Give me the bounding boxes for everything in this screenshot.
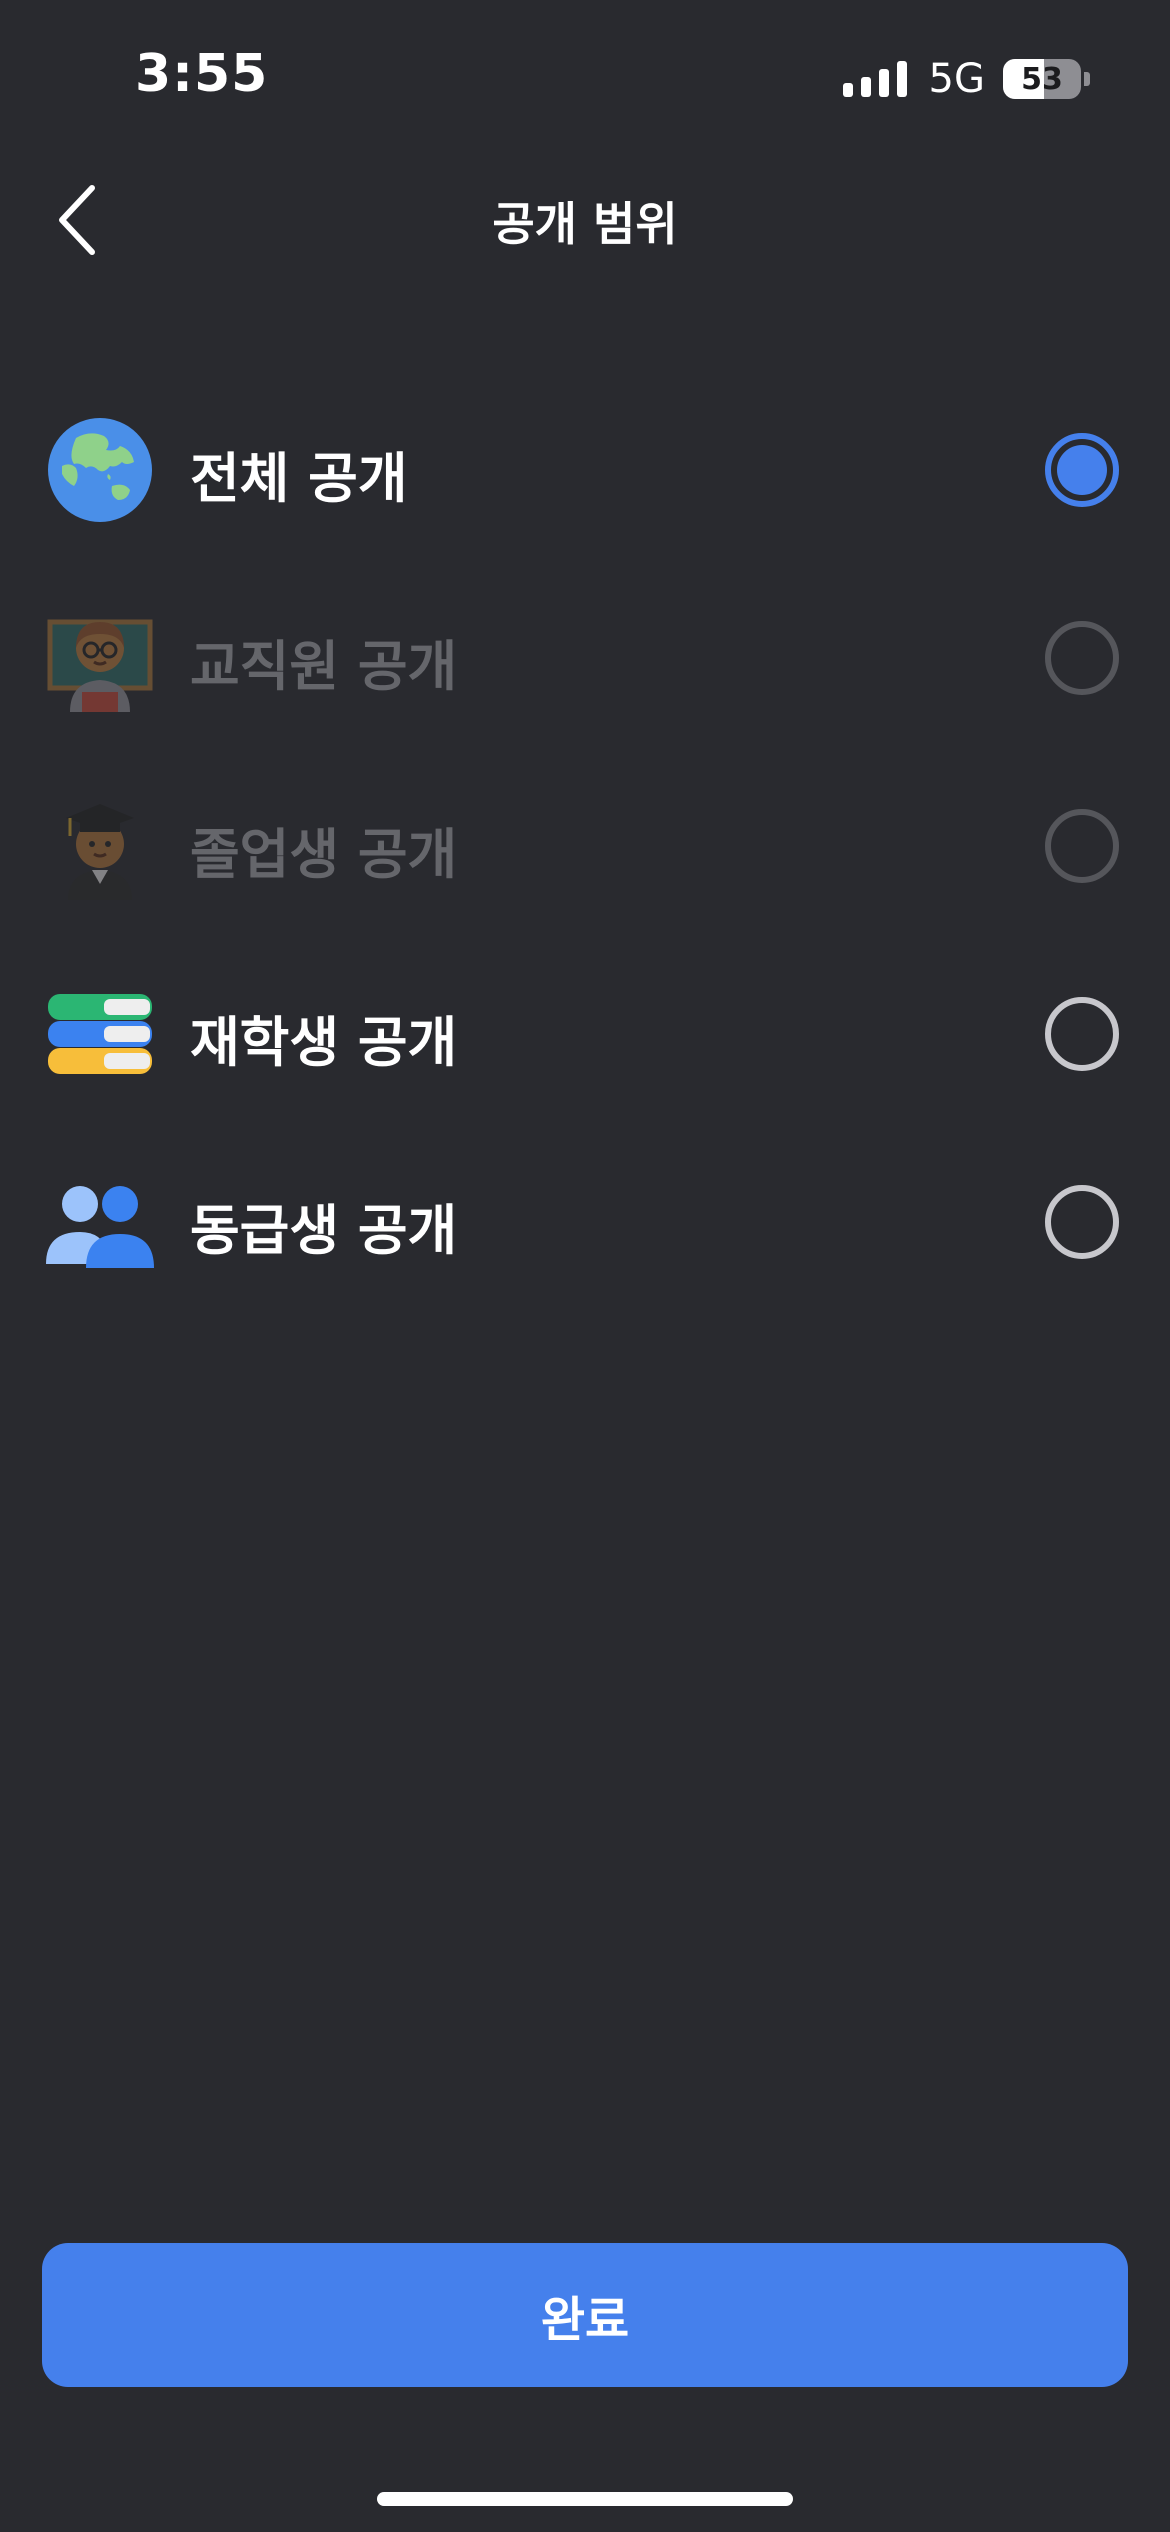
page-title: 공개 범위: [492, 197, 678, 251]
option-label: 졸업생 공개: [190, 823, 458, 886]
status-indicators: 5G 53: [842, 56, 1090, 102]
radio-button[interactable]: [1045, 809, 1119, 883]
books-icon: [48, 994, 152, 1074]
globe-icon: [48, 418, 152, 522]
status-time: 3:55: [135, 44, 269, 104]
battery-percent: 53: [1021, 61, 1063, 97]
option-label: 재학생 공개: [190, 1011, 458, 1074]
radio-button[interactable]: [1045, 433, 1119, 507]
cellular-signal-icon: [842, 61, 907, 97]
radio-button[interactable]: [1045, 997, 1119, 1071]
option-all[interactable]: 전체 공개: [0, 376, 1170, 564]
option-label: 동급생 공개: [190, 1199, 458, 1262]
screen: 3:55 5G 53 공개 범위 전체 공개 교직원 공개 졸업생 공개 재학생…: [0, 0, 1170, 2532]
teacher-icon: [47, 619, 153, 712]
network-type: 5G: [928, 56, 985, 102]
radio-button[interactable]: [1045, 1185, 1119, 1259]
people-icon: [46, 1186, 154, 1268]
radio-button[interactable]: [1045, 621, 1119, 695]
home-indicator[interactable]: [377, 2492, 793, 2506]
option-alumni[interactable]: 졸업생 공개: [0, 752, 1170, 940]
done-button[interactable]: 완료: [42, 2243, 1128, 2387]
battery-icon: 53: [1003, 59, 1081, 99]
option-students[interactable]: 재학생 공개: [0, 940, 1170, 1128]
option-staff[interactable]: 교직원 공개: [0, 564, 1170, 752]
graduate-icon: [66, 804, 134, 900]
option-classmates[interactable]: 동급생 공개: [0, 1128, 1170, 1316]
option-label: 교직원 공개: [190, 635, 458, 698]
battery-cap: [1084, 72, 1090, 86]
status-bar: 3:55 5G 53: [0, 0, 1170, 150]
option-label: 전체 공개: [190, 447, 408, 510]
visibility-option-list: 전체 공개 교직원 공개 졸업생 공개 재학생 공개 동급생 공개: [0, 376, 1170, 1316]
